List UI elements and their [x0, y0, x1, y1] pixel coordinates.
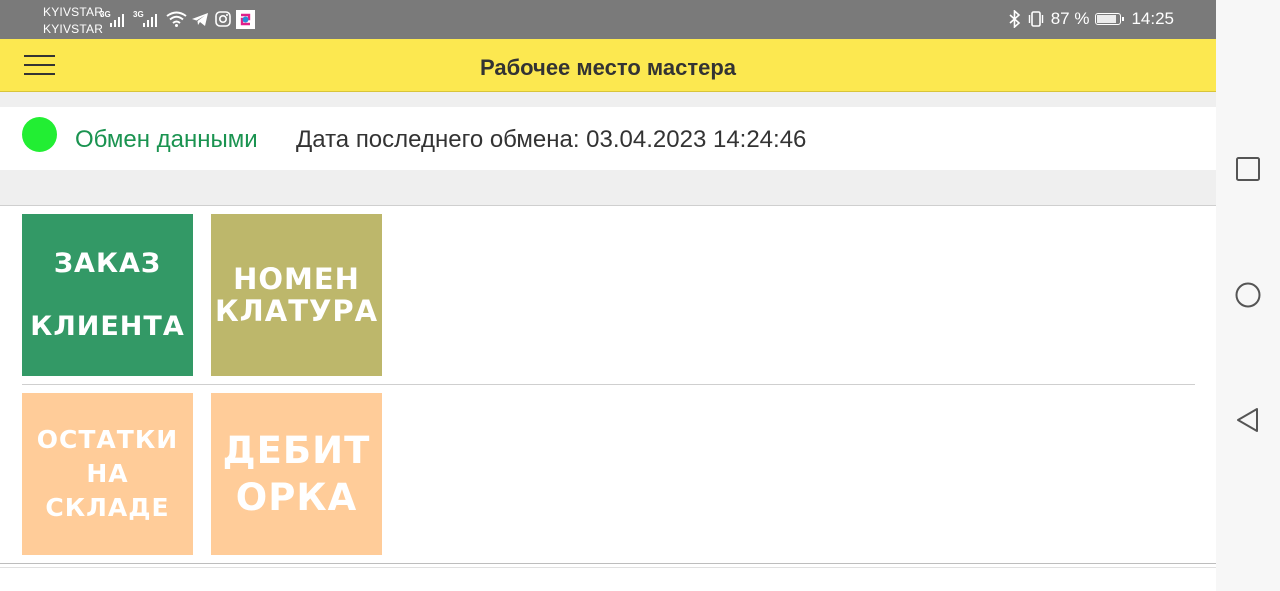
app-bar: Рабочее место мастера — [0, 39, 1216, 92]
bottom-divider — [0, 563, 1216, 564]
sync-row: Обмен данными Дата последнего обмена: 03… — [0, 107, 1216, 170]
wifi-icon — [166, 11, 187, 27]
page-title: Рабочее место мастера — [479, 55, 737, 80]
tile-label-line: ОРКА — [235, 476, 358, 519]
tile-row-divider — [22, 384, 1195, 385]
status-right-group: 87 % 14:25 — [1009, 9, 1174, 29]
section-divider-band — [0, 170, 1216, 206]
tile-label-line: ОСТАТКИ — [36, 425, 179, 454]
tile-label-line: СКЛАДЕ — [45, 493, 170, 522]
tile-label-line: НОМЕН — [233, 262, 360, 296]
bluetooth-icon — [1009, 10, 1020, 28]
system-navigation-bar — [1216, 0, 1280, 591]
battery-percent: 87 % — [1050, 9, 1090, 28]
instagram-icon — [215, 11, 231, 27]
nomenclature-tile[interactable]: НОМЕН КЛАТУРА — [211, 214, 382, 376]
data-exchange-link[interactable]: Обмен данными — [75, 126, 258, 154]
tile-label-line: ЗАКАЗ — [53, 248, 162, 279]
telegram-icon — [192, 13, 208, 26]
carrier-name-2: KYIVSTAR — [43, 22, 104, 36]
vibrate-icon — [1028, 11, 1043, 27]
sync-status-indicator — [22, 117, 57, 152]
tile-label-line: ДЕБИТ — [222, 429, 371, 472]
warehouse-stock-tile[interactable]: ОСТАТКИ НА СКЛАДЕ — [22, 393, 193, 555]
recent-apps-icon[interactable] — [1235, 156, 1261, 182]
top-spacer — [0, 92, 1216, 107]
order-client-tile[interactable]: ЗАКАЗ КЛИЕНТА — [22, 214, 193, 376]
back-icon[interactable] — [1235, 407, 1261, 433]
last-exchange-date: Дата последнего обмена: 03.04.2023 14:24… — [296, 126, 807, 153]
tile-label-line: НА — [86, 459, 129, 488]
app-icon — [236, 10, 255, 29]
bottom-divider-2 — [0, 567, 1216, 568]
carrier-name-1: KYIVSTAR — [43, 5, 104, 19]
tile-label-line: КЛИЕНТА — [30, 311, 185, 342]
status-bar: KYIVSTAR KYIVSTAR 3G 3G 87 % 14:25 — [0, 0, 1216, 39]
battery-icon — [1095, 13, 1125, 25]
home-icon[interactable] — [1235, 282, 1261, 308]
tile-label-line: КЛАТУРА — [214, 294, 379, 328]
receivables-tile[interactable]: ДЕБИТ ОРКА — [211, 393, 382, 555]
clock: 14:25 — [1131, 9, 1174, 28]
